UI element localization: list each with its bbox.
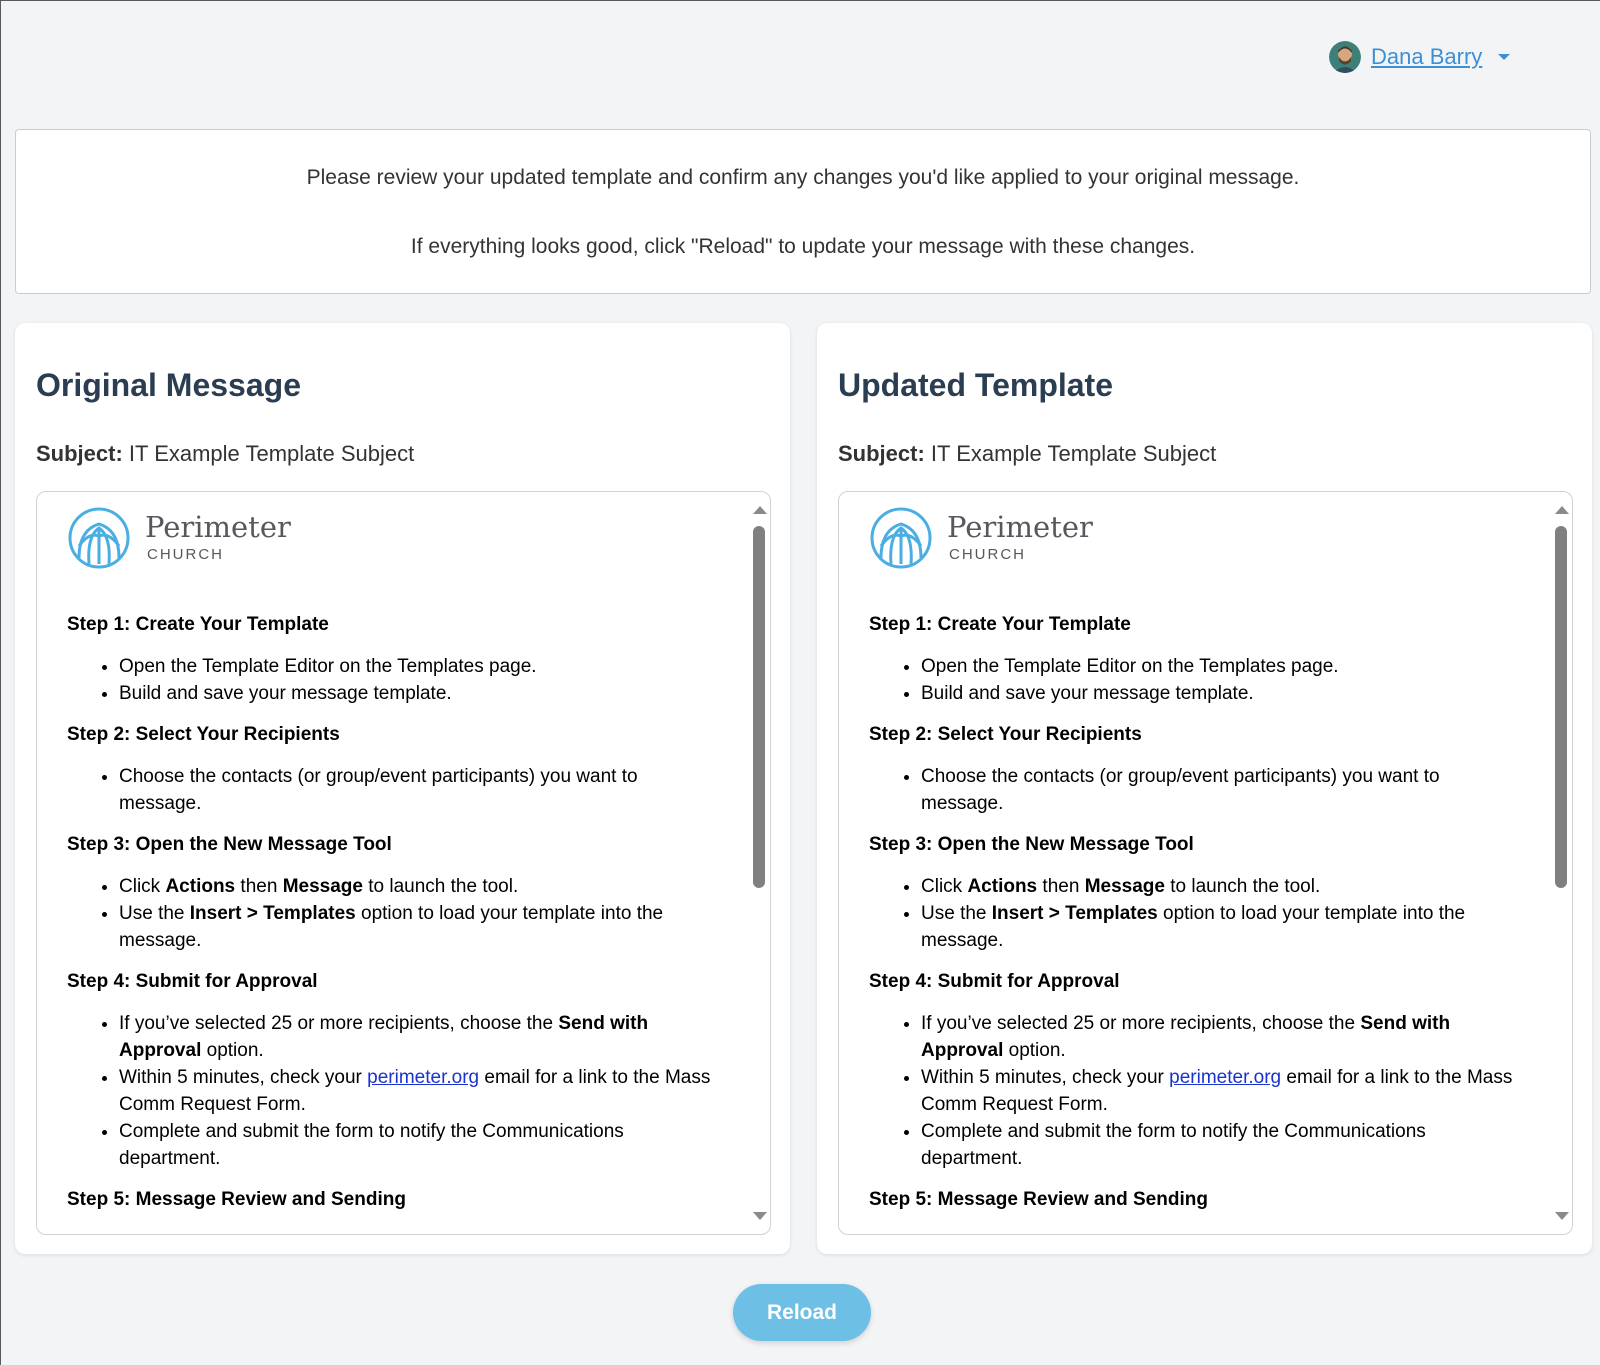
scroll-thumb[interactable] [1555, 526, 1567, 888]
step-2-list: Choose the contacts (or group/event part… [67, 763, 718, 817]
list-item: Build and save your message template. [921, 680, 1520, 707]
scroll-down-icon[interactable] [753, 1212, 767, 1220]
step-5-title: Step 5: Message Review and Sending [67, 1189, 406, 1210]
notice-line-2: If everything looks good, click "Reload"… [410, 235, 1196, 258]
logo-tag: CHURCH [147, 546, 224, 563]
step-1-list: Open the Template Editor on the Template… [869, 653, 1520, 707]
scroll-up-icon[interactable] [1555, 506, 1569, 514]
scroll-down-icon[interactable] [1555, 1212, 1569, 1220]
message-preview[interactable]: Perimeter CHURCH Step 1: Create Your Tem… [36, 491, 771, 1235]
list-item: Click Actions then Message to launch the… [119, 873, 718, 900]
caret-down-icon[interactable] [1498, 54, 1511, 60]
step-3-list: Click Actions then Message to launch the… [869, 873, 1520, 954]
list-item: If you’ve selected 25 or more recipients… [119, 1010, 718, 1064]
step-2-title: Step 2: Select Your Recipients [869, 724, 1142, 745]
perimeter-org-link[interactable]: perimeter.org [367, 1067, 479, 1088]
subject-line: Subject: IT Example Template Subject [36, 441, 414, 467]
step-1-title: Step 1: Create Your Template [67, 614, 329, 635]
notice-line-1: Please review your updated template and … [306, 166, 1300, 189]
logo-name: Perimeter [947, 510, 1093, 544]
original-message-panel: Original Message Subject: IT Example Tem… [15, 323, 790, 1254]
list-item: Complete and submit the form to notify t… [119, 1118, 718, 1172]
logo-name: Perimeter [145, 510, 291, 544]
subject-label: Subject: [838, 441, 925, 466]
preview-content: Perimeter CHURCH Step 1: Create Your Tem… [839, 492, 1550, 1234]
review-notice: Please review your updated template and … [15, 129, 1591, 294]
reload-button[interactable]: Reload [733, 1284, 871, 1341]
step-4-title: Step 4: Submit for Approval [67, 971, 318, 992]
panel-title: Original Message [36, 367, 301, 403]
subject-line: Subject: IT Example Template Subject [838, 441, 1216, 467]
step-4-title: Step 4: Submit for Approval [869, 971, 1120, 992]
perimeter-logo-icon [870, 507, 932, 569]
step-1-list: Open the Template Editor on the Template… [67, 653, 718, 707]
list-item: Within 5 minutes, check your perimeter.o… [921, 1064, 1520, 1118]
list-item: Build and save your message template. [119, 680, 718, 707]
preview-content: Perimeter CHURCH Step 1: Create Your Tem… [37, 492, 748, 1234]
preview-scrollbar[interactable] [1550, 492, 1572, 1234]
logo-tag: CHURCH [949, 546, 1026, 563]
list-item: Choose the contacts (or group/event part… [119, 763, 718, 817]
list-item: Choose the contacts (or group/event part… [921, 763, 1520, 817]
preview-scrollbar[interactable] [748, 492, 770, 1234]
step-4-list: If you’ve selected 25 or more recipients… [869, 1010, 1520, 1172]
scroll-thumb[interactable] [753, 526, 765, 888]
step-5-title: Step 5: Message Review and Sending [869, 1189, 1208, 1210]
user-menu[interactable]: Dana Barry [1329, 41, 1511, 73]
perimeter-org-link[interactable]: perimeter.org [1169, 1067, 1281, 1088]
list-item: Complete and submit the form to notify t… [921, 1118, 1520, 1172]
step-3-title: Step 3: Open the New Message Tool [67, 834, 392, 855]
perimeter-logo-icon [68, 507, 130, 569]
subject-label: Subject: [36, 441, 123, 466]
step-2-title: Step 2: Select Your Recipients [67, 724, 340, 745]
template-preview[interactable]: Perimeter CHURCH Step 1: Create Your Tem… [838, 491, 1573, 1235]
updated-template-panel: Updated Template Subject: IT Example Tem… [817, 323, 1592, 1254]
list-item: Open the Template Editor on the Template… [921, 653, 1520, 680]
avatar [1329, 41, 1361, 73]
perimeter-logo: Perimeter CHURCH [67, 506, 718, 570]
step-1-title: Step 1: Create Your Template [869, 614, 1131, 635]
step-2-list: Choose the contacts (or group/event part… [869, 763, 1520, 817]
list-item: Use the Insert > Templates option to loa… [119, 900, 718, 954]
list-item: Within 5 minutes, check your perimeter.o… [119, 1064, 718, 1118]
step-4-list: If you’ve selected 25 or more recipients… [67, 1010, 718, 1172]
subject-value: IT Example Template Subject [128, 441, 415, 466]
list-item: If you’ve selected 25 or more recipients… [921, 1010, 1520, 1064]
perimeter-logo: Perimeter CHURCH [869, 506, 1520, 570]
step-3-title: Step 3: Open the New Message Tool [869, 834, 1194, 855]
list-item: Click Actions then Message to launch the… [921, 873, 1520, 900]
list-item: Use the Insert > Templates option to loa… [921, 900, 1520, 954]
scroll-up-icon[interactable] [753, 506, 767, 514]
subject-value: IT Example Template Subject [930, 441, 1217, 466]
panel-title: Updated Template [838, 367, 1113, 403]
step-3-list: Click Actions then Message to launch the… [67, 873, 718, 954]
list-item: Open the Template Editor on the Template… [119, 653, 718, 680]
user-name-link[interactable]: Dana Barry [1371, 44, 1482, 70]
